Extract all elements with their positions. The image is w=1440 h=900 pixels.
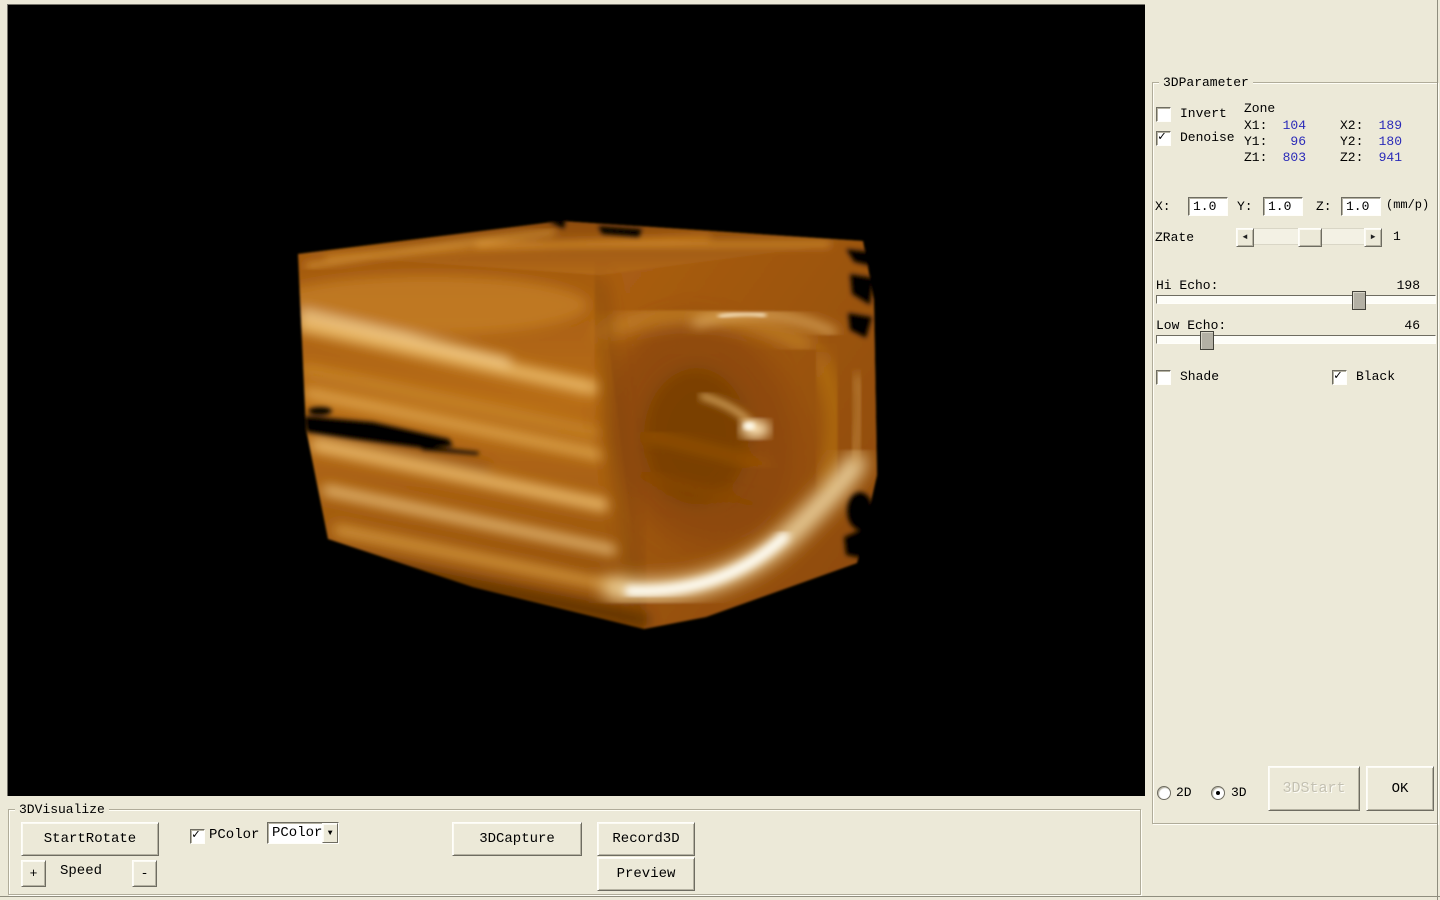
zone-x1-value: 104 — [1272, 118, 1306, 133]
record3d-button[interactable]: Record3D — [597, 822, 695, 856]
mode-2d-radio[interactable] — [1157, 786, 1171, 800]
pcolor-dropdown-value: PColor — [268, 825, 322, 841]
zone-title: Zone — [1244, 101, 1275, 116]
low-echo-label: Low Echo: — [1156, 318, 1226, 333]
denoise-checkbox[interactable] — [1156, 131, 1171, 146]
zone-x2-label: X2: — [1340, 118, 1363, 133]
zrate-right-arrow-icon[interactable]: ► — [1364, 228, 1382, 247]
hi-echo-label: Hi Echo: — [1156, 278, 1218, 293]
zone-z1-value: 803 — [1272, 150, 1306, 165]
hi-echo-slider-track[interactable] — [1156, 295, 1436, 304]
param-groupbox-title: 3DParameter — [1159, 75, 1253, 90]
pcolor-dropdown[interactable]: PColor ▼ — [267, 822, 339, 844]
scale-y-input[interactable] — [1263, 197, 1303, 216]
low-echo-slider-track[interactable] — [1156, 335, 1436, 344]
window-bottom-border — [0, 896, 1440, 897]
pcolor-label: PColor — [209, 828, 259, 843]
start3d-button[interactable]: 3DStart — [1268, 766, 1360, 811]
zone-z2-value: 941 — [1370, 150, 1402, 165]
scale-z-label: Z: — [1316, 199, 1332, 214]
zrate-track[interactable] — [1254, 228, 1364, 245]
window-right-border — [1437, 0, 1438, 900]
denoise-label: Denoise — [1180, 130, 1235, 145]
app-window: 3DParameter Invert Denoise Zone X1: 104 … — [0, 0, 1440, 900]
zrate-thumb[interactable] — [1298, 228, 1322, 247]
zone-y1-value: 96 — [1272, 134, 1306, 149]
zone-y1-label: Y1: — [1244, 134, 1267, 149]
invert-label: Invert — [1180, 106, 1227, 121]
pcolor-checkbox[interactable] — [190, 829, 205, 844]
start-rotate-button[interactable]: StartRotate — [21, 822, 159, 856]
speed-label: Speed — [60, 864, 102, 879]
zone-x1-label: X1: — [1244, 118, 1267, 133]
zone-y2-value: 180 — [1370, 134, 1402, 149]
shade-checkbox[interactable] — [1156, 370, 1171, 385]
scale-x-input[interactable] — [1188, 197, 1228, 216]
shade-label: Shade — [1180, 369, 1219, 384]
invert-checkbox[interactable] — [1156, 107, 1171, 122]
zrate-left-arrow-icon[interactable]: ◄ — [1236, 228, 1254, 247]
scale-x-label: X: — [1155, 199, 1171, 214]
zrate-scrollbar[interactable]: ◄ ► — [1236, 228, 1382, 245]
volume-render — [8, 5, 1145, 796]
speed-minus-button[interactable]: - — [132, 860, 157, 887]
hi-echo-value: 198 — [1376, 278, 1420, 293]
mode-2d-label: 2D — [1176, 785, 1192, 800]
zone-z2-label: Z2: — [1340, 150, 1363, 165]
ok-button[interactable]: OK — [1366, 766, 1434, 811]
black-checkbox[interactable] — [1332, 370, 1347, 385]
zone-x2-value: 189 — [1370, 118, 1402, 133]
hi-echo-slider-thumb[interactable] — [1352, 291, 1366, 310]
scale-y-label: Y: — [1237, 199, 1253, 214]
preview-button[interactable]: Preview — [597, 857, 695, 891]
zone-z1-label: Z1: — [1244, 150, 1267, 165]
speed-plus-button[interactable]: + — [21, 860, 46, 887]
zrate-value: 1 — [1393, 229, 1401, 244]
low-echo-slider-thumb[interactable] — [1200, 331, 1214, 350]
param-groupbox: 3DParameter — [1152, 82, 1438, 824]
black-label: Black — [1356, 369, 1395, 384]
mode-3d-label: 3D — [1231, 785, 1247, 800]
visualize-groupbox-title: 3DVisualize — [15, 802, 109, 817]
capture3d-button[interactable]: 3DCapture — [452, 822, 582, 856]
render-viewport[interactable] — [7, 4, 1145, 796]
scale-z-input[interactable] — [1341, 197, 1381, 216]
dropdown-arrow-icon[interactable]: ▼ — [322, 823, 338, 843]
mode-3d-radio[interactable] — [1211, 786, 1225, 800]
zone-y2-label: Y2: — [1340, 134, 1363, 149]
low-echo-value: 46 — [1376, 318, 1420, 333]
zrate-label: ZRate — [1155, 230, 1194, 245]
scale-unit-label: (mm/p) — [1386, 198, 1429, 213]
